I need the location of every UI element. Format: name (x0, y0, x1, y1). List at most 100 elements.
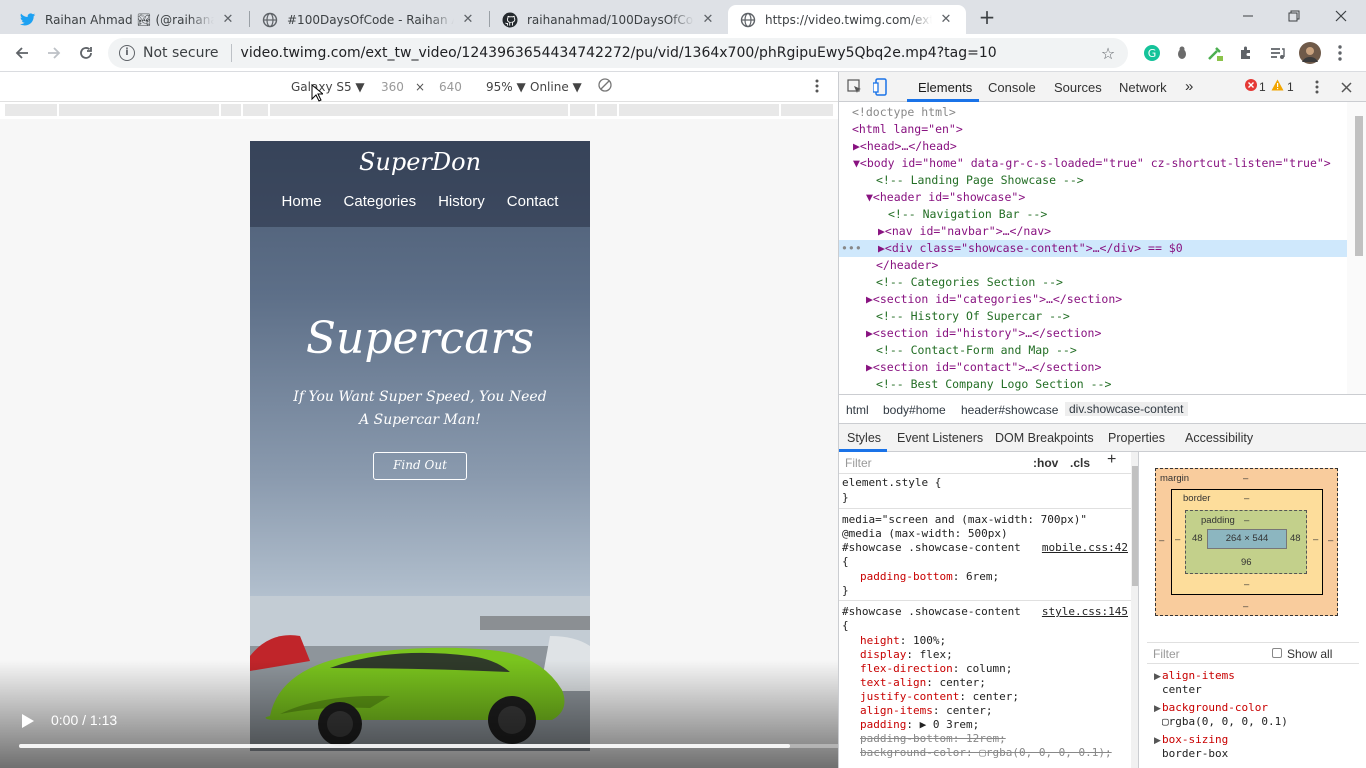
crumb-div[interactable]: div.showcase-content (1065, 402, 1188, 416)
error-icon[interactable] (1245, 79, 1257, 94)
dom-node[interactable]: ▶<section id="contact">…</section> (839, 359, 1347, 376)
nav-history[interactable]: History (438, 193, 485, 210)
dom-scrollbar[interactable] (1347, 102, 1366, 394)
ruler-segment[interactable] (781, 104, 833, 116)
info-icon[interactable]: i (119, 45, 135, 61)
minimize-button[interactable] (1225, 0, 1271, 32)
style-property[interactable]: padding: ▶ 0 3rem; (860, 718, 979, 733)
hov-button[interactable]: :hov (1033, 456, 1058, 471)
show-all-label[interactable]: Show all (1287, 647, 1332, 661)
style-property[interactable]: justify-content: center; (860, 690, 1019, 705)
device-toggle-icon[interactable] (872, 78, 889, 99)
ruler-segment[interactable] (619, 104, 779, 116)
ruler-segment[interactable] (59, 104, 219, 116)
computed-property[interactable]: box-sizing (1162, 733, 1228, 746)
network-select[interactable]: Online ▼ (530, 80, 582, 94)
eyedropper-extension-icon[interactable] (1203, 41, 1227, 65)
crumb-body[interactable]: body#home (883, 403, 946, 417)
warning-count[interactable]: 1 (1287, 80, 1294, 94)
device-select[interactable]: Galaxy S5 ▼ (291, 80, 365, 94)
avatar[interactable] (1298, 41, 1322, 65)
expand-triangle-icon[interactable]: ▶ (1154, 735, 1161, 746)
media-queue-icon[interactable] (1265, 41, 1289, 65)
ellipsis-icon[interactable]: ••• (841, 240, 862, 257)
computed-property[interactable]: align-items (1162, 669, 1235, 682)
extensions-puzzle-icon[interactable] (1234, 41, 1258, 65)
style-property-overridden[interactable]: background-color: ▢rgba(0, 0, 0, 0.1); (860, 746, 1112, 761)
close-icon[interactable]: ✕ (700, 12, 716, 28)
dom-node[interactable]: <html lang="en"> (839, 121, 1347, 138)
ruler-segment[interactable] (221, 104, 241, 116)
cls-button[interactable]: .cls (1070, 456, 1090, 471)
tab-console[interactable]: Console (988, 80, 1036, 95)
dom-node[interactable]: <!-- Navigation Bar --> (839, 206, 1347, 223)
close-devtools-icon[interactable] (1341, 81, 1352, 96)
zoom-select[interactable]: 95% ▼ (486, 80, 526, 94)
dom-node[interactable]: <!doctype html> (839, 104, 1347, 121)
dom-node[interactable]: </header> (839, 257, 1347, 274)
nav-contact[interactable]: Contact (507, 193, 559, 210)
dom-node[interactable]: ▼<body id="home" data-gr-c-s-loaded="tru… (839, 155, 1347, 172)
style-property[interactable]: text-align: center; (860, 676, 986, 691)
tab-event-listeners[interactable]: Event Listeners (897, 431, 983, 445)
dom-node[interactable]: <!-- Landing Page Showcase --> (839, 172, 1347, 189)
computed-filter[interactable]: Filter Show all (1147, 642, 1359, 664)
ruler-segment[interactable] (5, 104, 57, 116)
tab-sources[interactable]: Sources (1054, 80, 1102, 95)
tab-dom-breakpoints[interactable]: DOM Breakpoints (995, 431, 1094, 445)
tab-network[interactable]: Network (1119, 80, 1167, 95)
dom-node[interactable]: ▶<head>…</head> (839, 138, 1347, 155)
crumb-html[interactable]: html (846, 403, 869, 417)
devtools-menu-icon[interactable] (1315, 80, 1319, 97)
warning-icon[interactable] (1271, 79, 1284, 94)
inspect-element-icon[interactable] (847, 79, 863, 98)
find-out-button[interactable]: Find Out (373, 452, 467, 480)
grammarly-icon[interactable]: G (1140, 41, 1164, 65)
browser-tab[interactable]: #100DaysOfCode - Raihan Ahma ✕ (250, 5, 488, 34)
address-bar[interactable]: i Not secure video.twimg.com/ext_tw_vide… (108, 38, 1128, 68)
styles-filter[interactable]: Filter :hov .cls + (839, 452, 1131, 474)
browser-tab-active[interactable]: https://video.twimg.com/ext_tw_ ✕ (728, 5, 966, 34)
security-label[interactable]: Not secure (143, 45, 219, 61)
dom-node[interactable]: <!-- Best Company Logo Section --> (839, 376, 1347, 393)
restore-button[interactable] (1271, 0, 1317, 32)
media-query-ruler[interactable] (0, 102, 838, 119)
tab-elements[interactable]: Elements (918, 80, 972, 95)
ruler-segment[interactable] (570, 104, 595, 116)
dom-node-selected[interactable]: ••• ▶<div class="showcase-content">…</div… (839, 240, 1347, 257)
back-button[interactable] (10, 41, 34, 65)
reload-button[interactable] (74, 41, 98, 65)
expand-triangle-icon[interactable]: ▶ (1154, 671, 1161, 682)
dom-node[interactable]: ▶<nav id="navbar">…</nav> (839, 223, 1347, 240)
rotate-icon[interactable] (598, 78, 612, 95)
style-property[interactable]: display: flex; (860, 648, 953, 663)
play-icon[interactable] (17, 711, 37, 731)
style-property[interactable]: height: 100%; (860, 634, 946, 649)
error-count[interactable]: 1 (1259, 80, 1266, 94)
dom-node[interactable]: ▶<section id="categories">…</section> (839, 291, 1347, 308)
style-property-overridden[interactable]: padding-bottom: 12rem; (860, 732, 1006, 747)
browser-tab[interactable]: Raihan Ahmad 🏞 (@raihanahmad ✕ (8, 5, 248, 34)
dom-node[interactable]: <!-- Contact-Form and Map --> (839, 342, 1347, 359)
styles-scrollbar[interactable] (1131, 452, 1138, 768)
tab-properties[interactable]: Properties (1108, 431, 1165, 445)
dom-node[interactable]: <!-- History Of Supercar --> (839, 308, 1347, 325)
source-link[interactable]: style.css:145 (1042, 605, 1128, 620)
bug-extension-icon[interactable] (1170, 41, 1194, 65)
expand-triangle-icon[interactable]: ▶ (1154, 703, 1161, 714)
nav-categories[interactable]: Categories (344, 193, 417, 210)
style-property[interactable]: flex-direction: column; (860, 662, 1012, 677)
close-icon[interactable]: ✕ (460, 12, 476, 28)
kebab-menu-icon[interactable] (1328, 41, 1352, 65)
crumb-header[interactable]: header#showcase (961, 403, 1058, 417)
ruler-segment[interactable] (243, 104, 268, 116)
styles-filter-input[interactable]: Filter (845, 456, 872, 471)
more-tabs-button[interactable]: » (1185, 78, 1193, 95)
show-all-checkbox[interactable] (1272, 648, 1282, 658)
dom-node[interactable]: ▼<header id="showcase"> (839, 189, 1347, 206)
dom-node[interactable]: ▶<section id="history">…</section> (839, 325, 1347, 342)
source-link[interactable]: mobile.css:42 (1042, 541, 1128, 556)
close-icon[interactable]: ✕ (938, 12, 954, 28)
add-rule-icon[interactable]: + (1107, 452, 1116, 468)
bookmark-star-icon[interactable]: ☆ (1098, 44, 1118, 63)
